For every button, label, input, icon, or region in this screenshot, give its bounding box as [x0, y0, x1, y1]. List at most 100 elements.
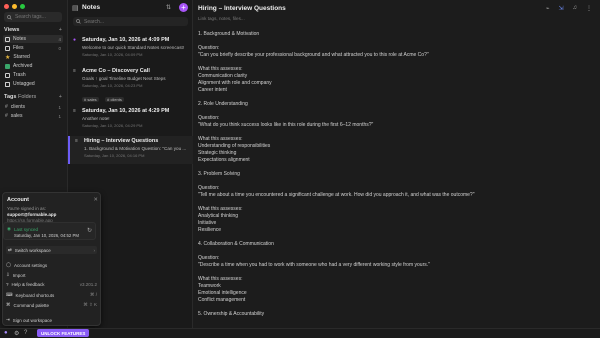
note-list-item-selected[interactable]: ≡ Hiring – Interview Questions 1. Backgr… [68, 136, 193, 164]
note-body-line [198, 269, 588, 276]
note-body-line [198, 94, 588, 101]
note-body-line: Alignment with role and company [198, 80, 272, 86]
preferences-icon[interactable]: ⚙ [14, 330, 19, 337]
notes-icon [5, 36, 10, 42]
help-icon: ? [6, 282, 9, 287]
bottom-bar: ● ⚙ ? [0, 328, 600, 338]
unlock-features-button[interactable]: UNLOCK FEATURES [37, 329, 90, 337]
note-body-line: 3. Problem Solving [198, 171, 240, 177]
link-tags-input[interactable]: Link tags, notes, files... [198, 16, 245, 21]
add-view-icon[interactable]: + [59, 27, 62, 33]
note-body-line: 1. Background & Motivation [198, 31, 260, 37]
pin-icon[interactable]: ⇲ [558, 5, 563, 12]
note-body-line: Question: [198, 255, 220, 261]
sidebar-item-notes[interactable]: Notes 4 [3, 35, 63, 43]
tag-search-input[interactable]: Search tags... [4, 12, 62, 22]
note-body-line [198, 164, 588, 171]
notes-list-title: Notes [82, 4, 101, 11]
note-search-input[interactable]: Search... [73, 17, 188, 26]
account-icon[interactable]: ● [4, 330, 8, 336]
bell-icon[interactable]: ♫ [573, 5, 578, 12]
sign-out-button[interactable]: ⇥ Sign out workspace [6, 317, 52, 323]
note-title: Saturday, Jan 10, 2026 at 4:29 PM [82, 108, 170, 114]
sync-status-box: ◉ Last synced Saturday, Jan 10, 2026, 04… [3, 222, 96, 240]
keyboard-icon: ⌨ [6, 292, 13, 297]
sort-options-icon[interactable]: ⇅ [166, 4, 171, 11]
note-body-line: What this assesses: [198, 66, 243, 72]
more-options-icon[interactable]: ⋮ [586, 5, 592, 12]
search-icon [7, 14, 12, 20]
note-body-text[interactable]: 1. Background & Motivation Question: "Can … [198, 31, 588, 318]
note-list-item[interactable]: ≡ Saturday, Jan 10, 2026 at 4:29 PM Anot… [68, 108, 193, 134]
tag-icon: # [5, 104, 8, 110]
tag-chip-clients[interactable]: # clients [105, 97, 124, 102]
new-note-button[interactable]: + [179, 3, 188, 12]
note-title: Acme Co – Discovery Call [82, 68, 150, 74]
note-title: Hiring – Interview Questions [84, 138, 159, 144]
note-body-line: What this assesses: [198, 206, 243, 212]
search-icon [76, 19, 81, 24]
minimize-window-button[interactable] [12, 4, 17, 9]
account-menu-item[interactable]: ◯ Account settings [6, 262, 97, 268]
note-list-item[interactable]: ● Saturday, Jan 10, 2026 at 4:09 PM Welc… [68, 37, 193, 63]
note-tags: # sales # clients [82, 88, 187, 106]
note-body-line [198, 108, 588, 115]
sidebar-item-tag-sales[interactable]: # sales 1 [3, 112, 63, 120]
note-body-line: Conflict management [198, 297, 246, 303]
note-body-line: Initiative [198, 220, 217, 226]
close-icon[interactable]: ✕ [93, 197, 98, 203]
account-menu-title: Account [7, 197, 29, 203]
zoom-window-button[interactable] [20, 4, 25, 9]
tag-chip-sales[interactable]: # sales [82, 97, 99, 102]
add-tag-icon[interactable]: + [59, 94, 62, 100]
note-preview: Goals ↑ goal Timeline Budget Next Steps [82, 76, 166, 81]
account-menu-item[interactable]: ⌘ Command palette ⌘ ⇧ K [6, 302, 97, 308]
sidebar-item-starred[interactable]: ★ Starred [3, 53, 63, 61]
note-body-line: 5. Ownership & Accountability [198, 311, 265, 317]
editor-toolbar: ⌁ ⇲ ♫ ⋮ [546, 5, 592, 12]
trash-icon [5, 72, 10, 78]
sign-out-icon: ⇥ [6, 317, 10, 322]
account-email: support@formable.app [7, 212, 57, 217]
panel-toggle-icon[interactable]: ▤ [72, 4, 79, 12]
note-title: Saturday, Jan 10, 2026 at 4:09 PM [82, 37, 170, 43]
switch-icon: ⇄ [8, 247, 12, 252]
note-body-line: 2. Role Understanding [198, 101, 248, 107]
sidebar-item-tag-clients[interactable]: # clients 1 [3, 103, 63, 111]
account-menu-item[interactable]: ⇩ Import [6, 272, 97, 278]
signed-in-label: You're signed in as: [7, 206, 46, 211]
note-body-line: "Describe a time when you had to work wi… [198, 262, 430, 268]
note-title-input[interactable]: Hiring – Interview Questions [198, 5, 286, 12]
sync-refresh-icon[interactable]: ↻ [87, 227, 92, 234]
note-list-item[interactable]: ≡ Acme Co – Discovery Call Goals ↑ goal … [68, 68, 193, 102]
attach-link-icon[interactable]: ⌁ [546, 5, 550, 12]
note-body-line [198, 234, 588, 241]
note-date: Saturday, Jan 10, 2026, 04:16 PM [84, 153, 145, 158]
sync-time: Saturday, Jan 10, 2026, 04:52 PM [14, 233, 79, 238]
account-menu-item[interactable]: ? Help & feedback v3.201.2 [6, 282, 97, 287]
switch-workspace-button[interactable]: ⇄ Switch workspace › [6, 246, 97, 254]
sidebar-item-untagged[interactable]: Untagged [3, 80, 63, 88]
sidebar-item-trash[interactable]: Trash [3, 71, 63, 79]
note-type-icon: ≡ [73, 68, 76, 74]
note-body-line: "Tell me about a time you encountered a … [198, 192, 475, 198]
note-body-line: Understanding of responsibilities [198, 143, 271, 149]
tag-icon: # [5, 113, 8, 119]
help-icon[interactable]: ? [24, 330, 27, 336]
account-menu-item[interactable]: ⌨ Keyboard shortcuts ⌘ / [6, 292, 97, 298]
sidebar-item-archived[interactable]: Archived [3, 62, 63, 70]
import-icon: ⇩ [6, 272, 10, 277]
note-body-line: What this assesses: [198, 136, 243, 142]
app-window: Search tags... Views + Notes 4 Files 0 ★… [0, 0, 600, 338]
sidebar-item-files[interactable]: Files 0 [3, 44, 63, 52]
note-type-icon: ≡ [73, 108, 76, 114]
note-date: Saturday, Jan 10, 2026, 04:29 PM [82, 123, 143, 128]
note-body-line: Question: [198, 185, 220, 191]
folders-toggle[interactable]: Folders [18, 94, 36, 100]
close-window-button[interactable] [4, 4, 9, 9]
chevron-right-icon: › [93, 247, 96, 253]
note-body-line: Emotional intelligence [198, 290, 247, 296]
note-body-line [198, 199, 588, 206]
star-icon: ★ [5, 54, 11, 61]
note-body-line [198, 178, 588, 185]
